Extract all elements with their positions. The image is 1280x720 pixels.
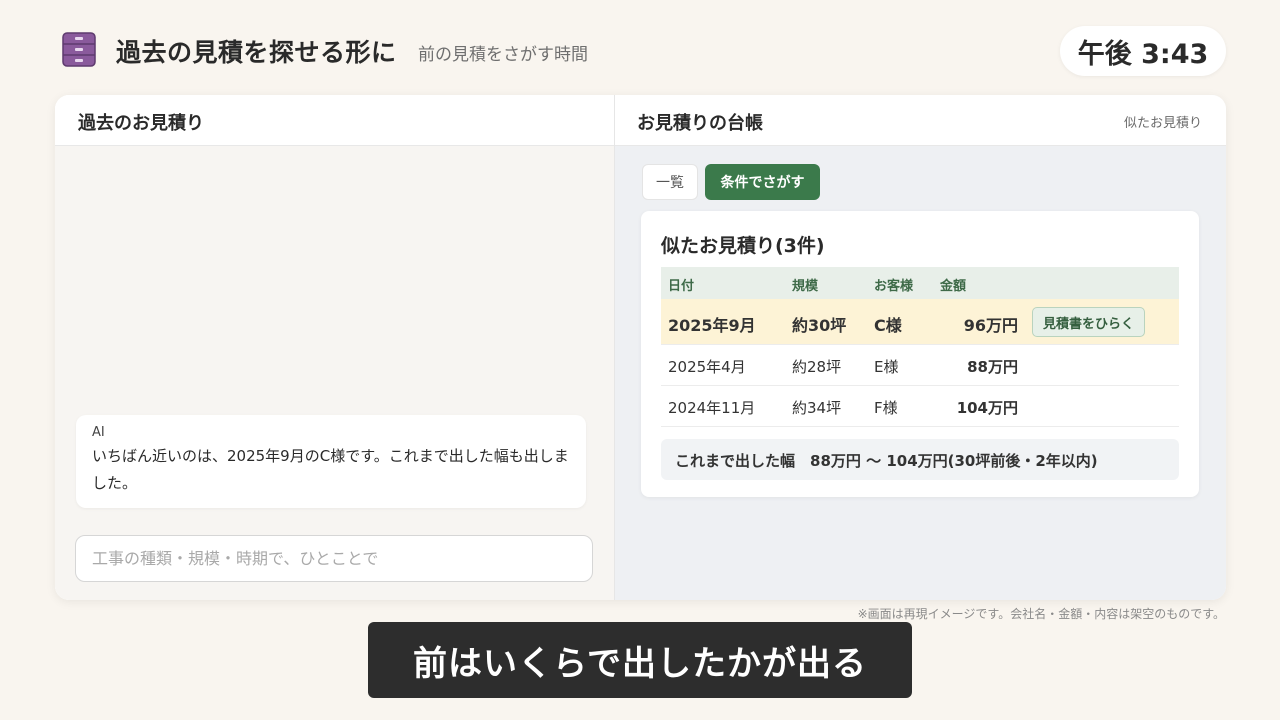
table-header: 日付 規模 お客様 金額: [661, 267, 1179, 299]
cell-customer: F様: [874, 399, 898, 417]
table-row[interactable]: 2024年11月 約34坪 F様 104万円: [661, 386, 1179, 427]
results-card: 似たお見積り(3件) 日付 規模 お客様 金額 2025年9月 約30坪 C様 …: [641, 211, 1199, 497]
app-subtitle: 前の見積をさがす時間: [418, 45, 588, 65]
ai-sender-label: AI: [92, 425, 105, 440]
table-row[interactable]: 2025年4月 約28坪 E様 88万円: [661, 345, 1179, 386]
cell-customer: E様: [874, 358, 899, 376]
chat-history: [55, 146, 614, 600]
chat-input[interactable]: [75, 535, 593, 582]
cell-amount: 88万円: [967, 358, 1018, 376]
chat-pane-title: 過去のお見積り: [78, 113, 204, 134]
file-cabinet-icon: [62, 32, 96, 68]
tab-list[interactable]: 一覧: [642, 164, 698, 200]
price-range-summary: これまで出した幅 88万円 〜 104万円(30坪前後・2年以内): [661, 439, 1179, 480]
cell-size: 約34坪: [792, 399, 842, 417]
chat-pane: 過去のお見積り AI いちばん近いのは、2025年9月のC様です。これまで出した…: [55, 95, 614, 600]
open-estimate-button[interactable]: 見積書をひらく: [1032, 307, 1145, 337]
caption-subtitle: 前はいくらで出したかが出る: [368, 622, 912, 698]
cell-date: 2024年11月: [668, 399, 756, 417]
cell-customer: C様: [874, 316, 902, 335]
clock: 午後 3:43: [1060, 26, 1226, 76]
ledger-pane-title: お見積りの台帳: [637, 113, 763, 134]
ledger-pane-header: お見積りの台帳 似たお見積り: [615, 95, 1226, 146]
column-header-size: 規模: [792, 279, 819, 294]
column-header-amount: 金額: [940, 279, 967, 294]
disclaimer: ※画面は再現イメージです。会社名・金額・内容は架空のものです。: [857, 607, 1225, 621]
similar-estimates-link[interactable]: 似たお見積り: [1124, 112, 1202, 131]
tab-search-by-condition[interactable]: 条件でさがす: [705, 164, 820, 200]
column-header-customer: お客様: [874, 279, 914, 294]
cell-date: 2025年9月: [668, 316, 756, 335]
ai-message: AI いちばん近いのは、2025年9月のC様です。これまで出した幅も出しました。: [76, 415, 586, 508]
app-title: 過去の見積を探せる形に: [116, 38, 397, 67]
cell-amount: 104万円: [956, 399, 1018, 417]
main-card: 過去のお見積り AI いちばん近いのは、2025年9月のC様です。これまで出した…: [55, 95, 1226, 600]
cell-size: 約28坪: [792, 358, 842, 376]
column-header-date: 日付: [668, 279, 695, 294]
chat-pane-header: 過去のお見積り: [55, 95, 614, 146]
ai-message-text: いちばん近いのは、2025年9月のC様です。これまで出した幅も出しました。: [92, 447, 569, 492]
table-row[interactable]: 2025年9月 約30坪 C様 96万円 見積書をひらく: [661, 299, 1179, 345]
cell-amount: 96万円: [963, 316, 1018, 335]
cell-date: 2025年4月: [668, 358, 746, 376]
ledger-pane: お見積りの台帳 似たお見積り 一覧 条件でさがす 似たお見積り(3件) 日付 規…: [615, 95, 1226, 600]
results-title: 似たお見積り(3件): [661, 235, 825, 257]
cell-size: 約30坪: [792, 316, 847, 335]
results-table: 日付 規模 お客様 金額 2025年9月 約30坪 C様 96万円 見積書をひら…: [661, 267, 1179, 427]
